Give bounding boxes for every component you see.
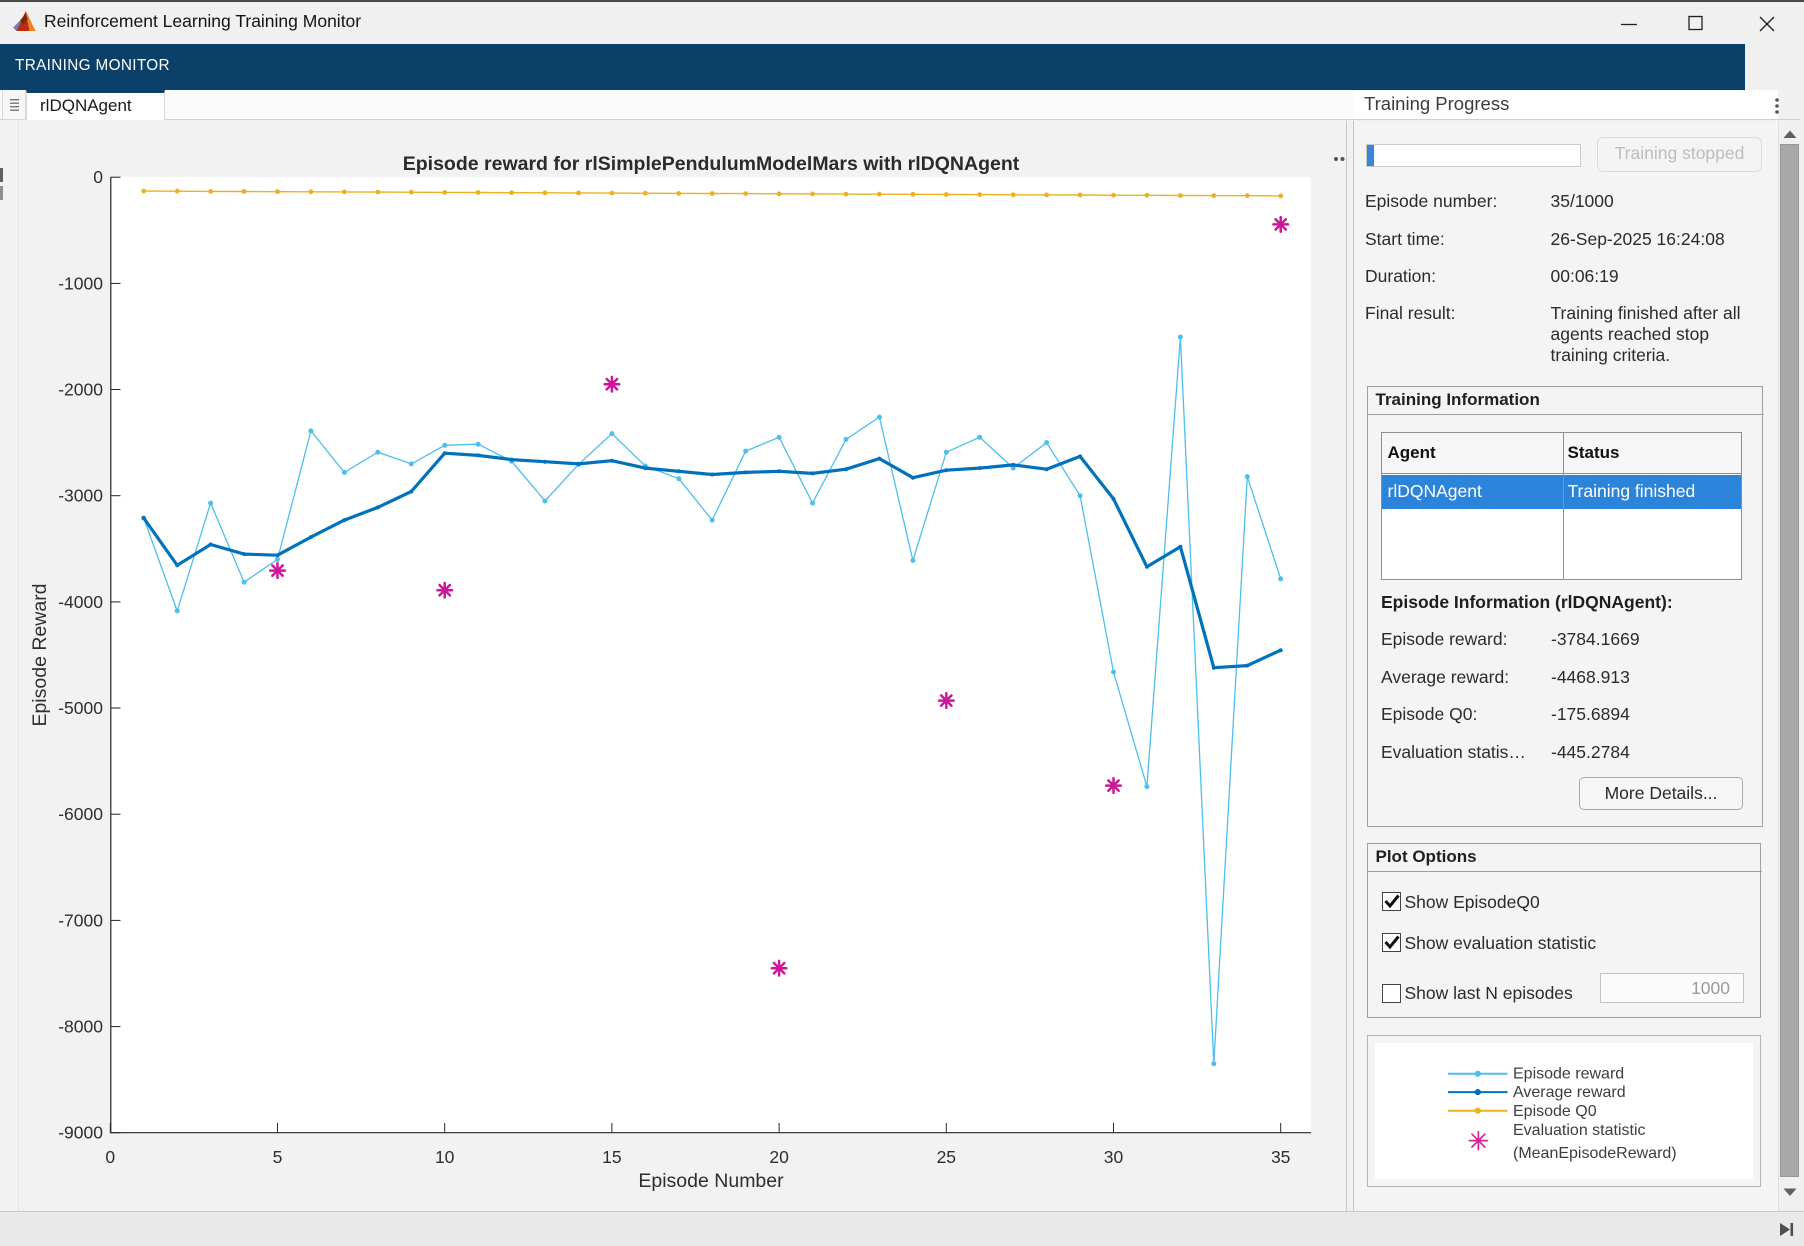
svg-text:(MeanEpisodeReward): (MeanEpisodeReward) xyxy=(1513,1145,1677,1162)
svg-text:-4000: -4000 xyxy=(58,592,103,612)
svg-text:-8000: -8000 xyxy=(58,1017,103,1037)
svg-text:-1000: -1000 xyxy=(58,273,103,293)
svg-text:-3000: -3000 xyxy=(58,486,103,506)
svg-text:Average reward: Average reward xyxy=(1513,1084,1626,1101)
svg-text:Evaluation statistic: Evaluation statistic xyxy=(1513,1122,1646,1139)
svg-text:-6000: -6000 xyxy=(58,804,103,824)
svg-text:5: 5 xyxy=(273,1147,283,1167)
svg-text:Episode reward for rlSimplePen: Episode reward for rlSimplePendulumModel… xyxy=(403,153,1020,175)
svg-text:-2000: -2000 xyxy=(58,380,103,400)
svg-text:-5000: -5000 xyxy=(58,698,103,718)
svg-text:-9000: -9000 xyxy=(58,1123,103,1143)
svg-text:15: 15 xyxy=(602,1147,621,1167)
svg-text:Episode Q0: Episode Q0 xyxy=(1513,1103,1597,1120)
svg-text:30: 30 xyxy=(1104,1147,1124,1167)
svg-text:25: 25 xyxy=(937,1147,956,1167)
svg-text:Episode reward: Episode reward xyxy=(1513,1066,1624,1083)
svg-text:0: 0 xyxy=(105,1147,115,1167)
svg-text:-7000: -7000 xyxy=(58,910,103,930)
svg-text:35: 35 xyxy=(1271,1147,1290,1167)
svg-text:0: 0 xyxy=(93,167,103,187)
svg-text:Episode Number: Episode Number xyxy=(638,1170,784,1192)
svg-text:20: 20 xyxy=(769,1147,789,1167)
svg-text:10: 10 xyxy=(435,1147,455,1167)
svg-text:Episode Reward: Episode Reward xyxy=(29,583,51,726)
